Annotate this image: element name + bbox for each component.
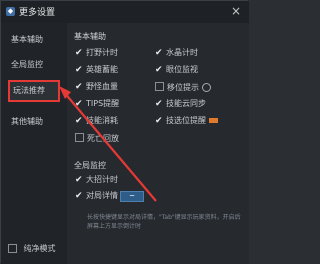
opt-label: 大招计时 (86, 175, 118, 184)
opt-tips-remind[interactable]: ✔ TIPS提醒 (75, 99, 119, 109)
new-badge-icon (209, 118, 218, 123)
sidebar-item-global[interactable]: 全局监控 (8, 54, 60, 76)
check-icon: ✔ (155, 65, 163, 75)
sidebar-item-basic[interactable]: 基本辅助 (8, 29, 60, 51)
opt-skill-cost[interactable]: ✔ 技能消耗 (75, 116, 118, 126)
opt-crystal-timer[interactable]: ✔ 水晶计时 (155, 48, 198, 58)
opt-label: 野怪血量 (86, 82, 118, 91)
opt-ward-watch[interactable]: ✔ 眼位监视 (155, 65, 198, 75)
opt-move-hint[interactable]: 移位提示 (155, 82, 211, 93)
title-bar: ◆ 更多设置 × (1, 1, 249, 24)
unchecked-box[interactable] (155, 82, 164, 91)
content-panel: 基本辅助 ✔ 打野计时 ✔ 水晶计时 ✔ 英雄蓄能 ✔ 眼位监视 ✔ 野怪血量 移位提示 … (67, 23, 249, 264)
opt-hero-charge[interactable]: ✔ 英雄蓄能 (75, 65, 118, 75)
hotkey-select[interactable]: ~ (120, 191, 144, 202)
unchecked-box[interactable] (75, 133, 84, 142)
check-icon: ✔ (75, 82, 83, 92)
pure-mode-toggle[interactable]: 纯净模式 (8, 243, 56, 254)
check-icon: ✔ (155, 116, 163, 126)
settings-window: ◆ 更多设置 × 基本辅助 全局监控 玩法推荐 其他辅助 纯净模式 基本辅助 ✔… (0, 0, 249, 264)
check-icon: ✔ (75, 191, 83, 201)
opt-label: 移位提示 (167, 83, 199, 92)
opt-label: 对局详情 (86, 191, 118, 200)
check-icon: ✔ (75, 99, 83, 109)
section-title-global: 全局监控 (74, 161, 106, 170)
sidebar-item-play-recommend[interactable]: 玩法推荐 (8, 80, 60, 102)
settings-icon[interactable] (202, 83, 211, 92)
opt-label: 打野计时 (86, 48, 118, 57)
opt-jungle-timer[interactable]: ✔ 打野计时 (75, 48, 118, 58)
opt-match-details[interactable]: ✔ 对局详情 (75, 191, 118, 201)
opt-skill-cloud-sync[interactable]: ✔ 技能云同步 (155, 99, 206, 109)
opt-label: 技能云同步 (166, 99, 206, 108)
check-icon: ✔ (75, 116, 83, 126)
opt-death-replay[interactable]: 死亡回放 (75, 133, 119, 144)
sidebar-item-other[interactable]: 其他辅助 (8, 111, 60, 133)
close-button[interactable]: × (229, 4, 243, 18)
window-title: 更多设置 (19, 8, 56, 18)
opt-label: 技能消耗 (86, 116, 118, 125)
opt-ultimate-timer[interactable]: ✔ 大招计时 (75, 175, 118, 185)
opt-select-position-remind[interactable]: ✔ 技选位提醒 (155, 116, 218, 126)
opt-label: 水晶计时 (166, 48, 198, 57)
pure-mode-label: 纯净模式 (23, 244, 56, 253)
opt-label: 英雄蓄能 (86, 65, 118, 74)
section-title-basic: 基本辅助 (74, 32, 106, 41)
check-icon: ✔ (155, 48, 163, 58)
opt-monster-hp[interactable]: ✔ 野怪血量 (75, 82, 118, 92)
check-icon: ✔ (75, 48, 83, 58)
check-icon: ✔ (75, 175, 83, 185)
sidebar: 基本辅助 全局监控 玩法推荐 其他辅助 纯净模式 (1, 23, 68, 264)
pure-mode-checkbox[interactable] (8, 244, 17, 253)
app-icon: ◆ (6, 7, 15, 16)
opt-label: 死亡回放 (87, 134, 119, 143)
opt-label: 眼位监视 (166, 65, 198, 74)
opt-label: 技选位提醒 (166, 116, 206, 125)
check-icon: ✔ (155, 99, 163, 109)
check-icon: ✔ (75, 65, 83, 75)
opt-label: TIPS提醒 (86, 99, 120, 108)
hint-text: 长按快捷键显示对局详情，"Tab"键显示玩家资料，开启后屏幕上方显示倒计时 (87, 214, 241, 230)
